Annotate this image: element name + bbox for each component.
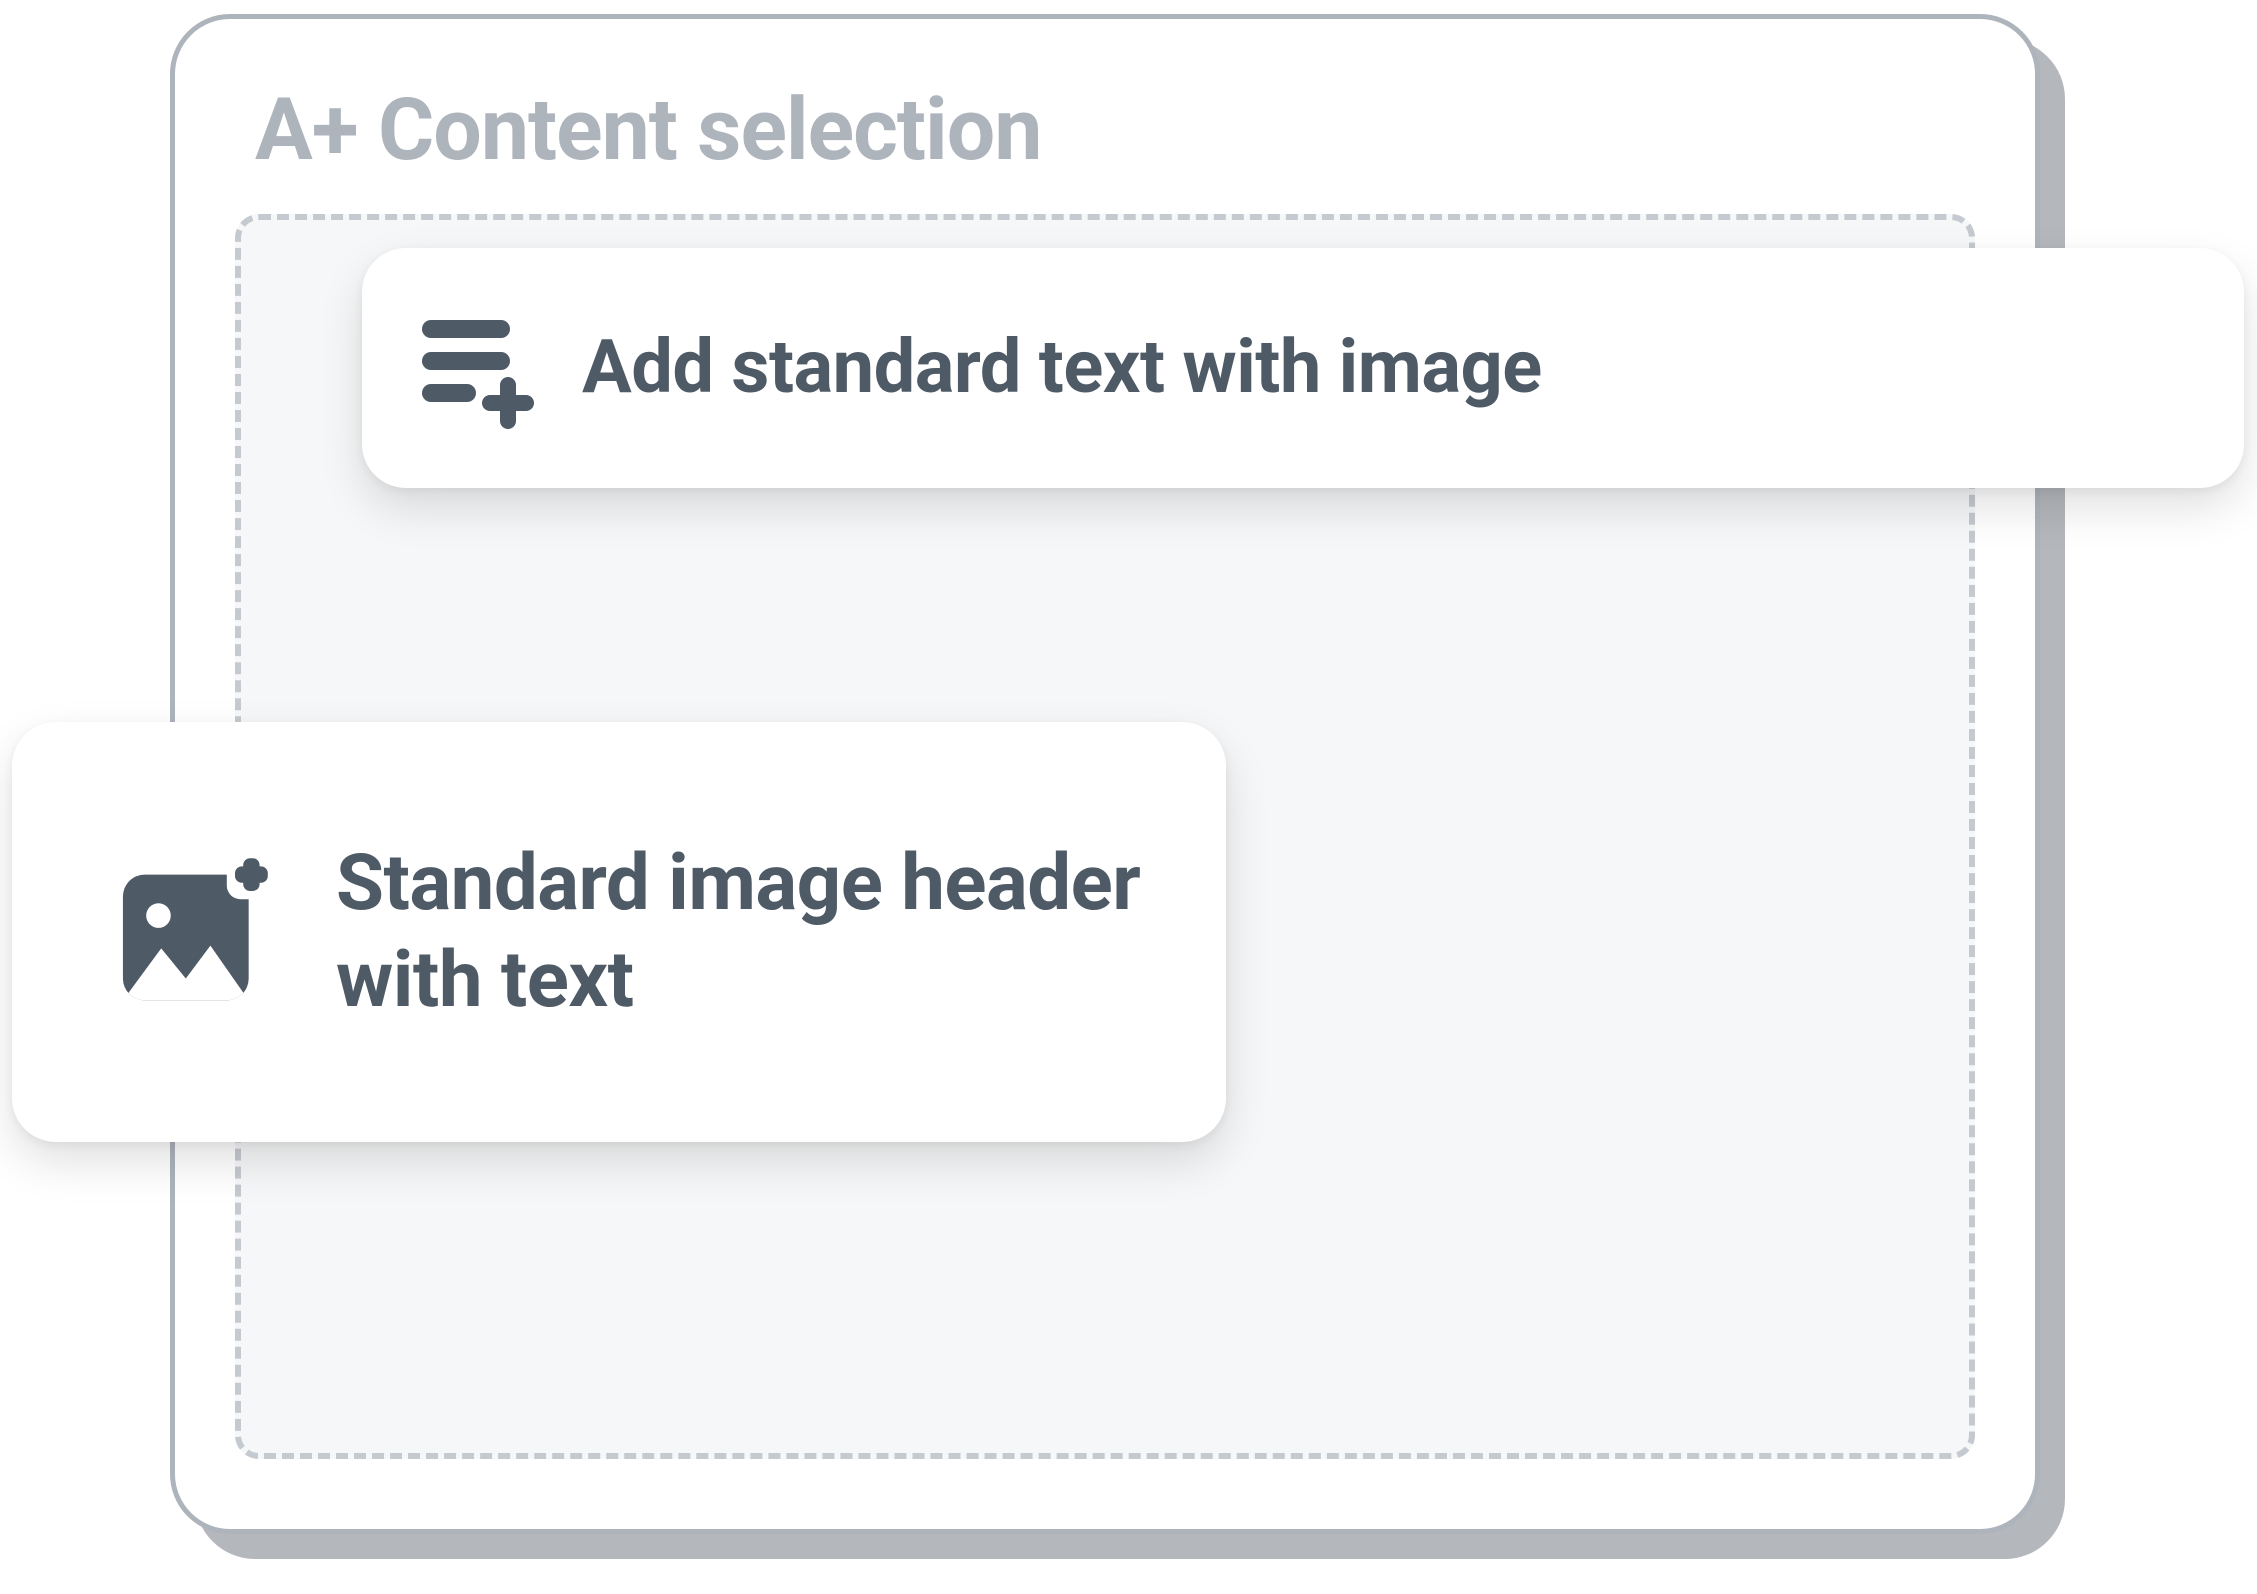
- card-label: Standard image header with text: [336, 835, 1166, 1030]
- standard-image-header-with-text-card[interactable]: Standard image header with text: [12, 722, 1226, 1142]
- text-with-plus-icon: [422, 318, 532, 418]
- panel-title: A+ Content selection: [255, 79, 1042, 180]
- add-standard-text-with-image-card[interactable]: Add standard text with image: [362, 248, 2244, 488]
- card-label: Add standard text with image: [582, 324, 1542, 413]
- image-with-plus-icon: [112, 850, 276, 1014]
